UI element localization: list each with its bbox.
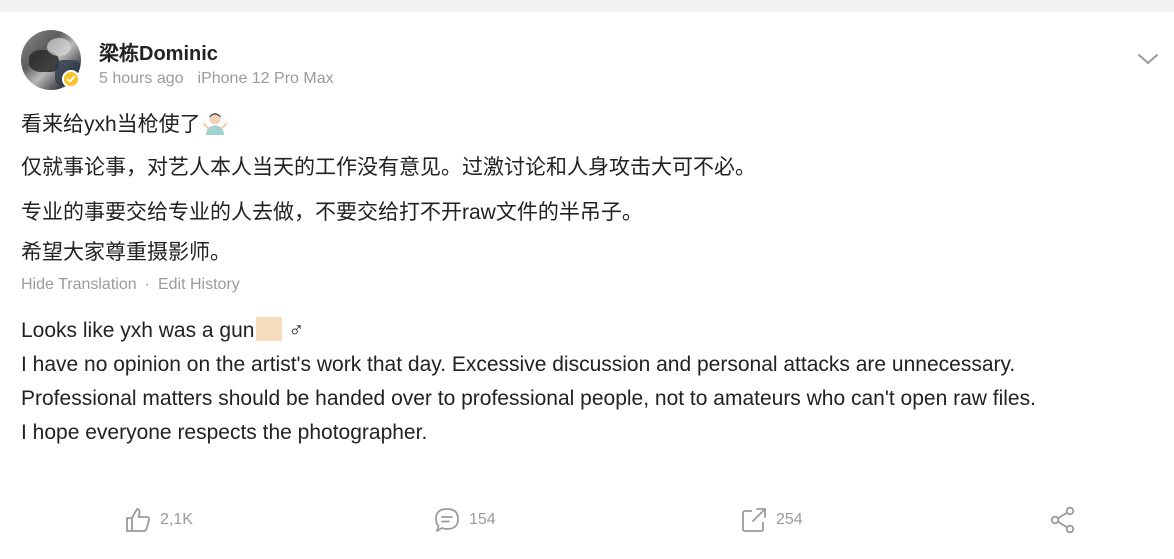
translated-text: Looks like yxh was a gun ♂ I have no opi… — [21, 314, 1161, 450]
avatar-shape — [47, 38, 71, 56]
repost-button[interactable]: 254 — [740, 502, 803, 538]
thumbs-up-icon — [126, 508, 150, 532]
like-count: 2,1K — [160, 511, 193, 528]
comment-count: 154 — [469, 511, 496, 528]
share-icon — [1050, 506, 1075, 534]
translated-line-1-text: Looks like yxh was a gun — [21, 319, 255, 342]
comment-button[interactable]: 154 — [433, 502, 496, 538]
post-card: 梁栋Dominic 5 hours ago iPhone 12 Pro Max 看… — [0, 12, 1174, 559]
repost-count: 254 — [776, 511, 803, 528]
separator: · — [144, 276, 150, 293]
post-text-line-1: 看来给yxh当枪使了 — [21, 113, 201, 136]
post-meta: 5 hours ago iPhone 12 Pro Max — [99, 70, 334, 88]
chevron-down-icon[interactable] — [1137, 52, 1159, 66]
translation-links: Hide Translation · Edit History — [21, 276, 240, 294]
post-text-line: 看来给yxh当枪使了 — [21, 108, 227, 138]
shrug-emoji-icon — [202, 113, 227, 135]
post-device: iPhone 12 Pro Max — [197, 70, 334, 87]
skin-tone-block — [256, 317, 283, 341]
hide-translation-link[interactable]: Hide Translation — [21, 276, 137, 293]
male-sign: ♂ — [288, 319, 305, 342]
translated-line-1: Looks like yxh was a gun ♂ — [21, 314, 1161, 348]
post-text-line-4: 希望大家尊重摄影师。 — [21, 241, 231, 264]
translated-line-3: Professional matters should be handed ov… — [21, 387, 1036, 410]
like-button[interactable]: 2,1K — [124, 502, 193, 538]
username[interactable]: 梁栋Dominic — [99, 37, 218, 66]
translated-line-2: I have no opinion on the artist's work t… — [21, 353, 1016, 376]
translated-line-4: I hope everyone respects the photographe… — [21, 421, 428, 444]
verified-badge-icon — [62, 70, 80, 88]
post-text-line-2: 仅就事论事，对艺人本人当天的工作没有意见。过激讨论和人身攻击大可不必。 — [21, 156, 756, 179]
repost-icon — [742, 508, 766, 532]
action-bar: 2,1K 154 254 — [0, 502, 1174, 538]
edit-history-link[interactable]: Edit History — [158, 276, 240, 293]
post-time: 5 hours ago — [99, 70, 184, 87]
post-text-line-3: 专业的事要交给专业的人去做，不要交给打不开raw文件的半吊子。 — [21, 201, 643, 224]
comment-icon — [435, 508, 459, 532]
share-button[interactable] — [1049, 502, 1085, 538]
